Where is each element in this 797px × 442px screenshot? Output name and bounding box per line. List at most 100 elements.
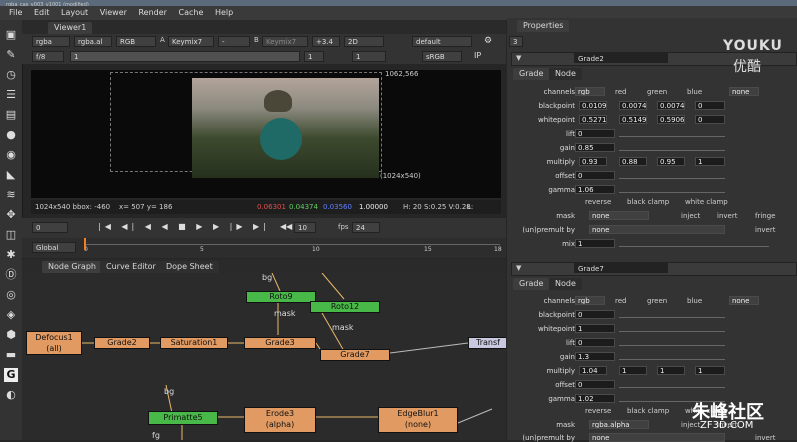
grade2-blue[interactable]: blue	[687, 88, 702, 96]
grade2-name-field[interactable]: Grade2	[574, 53, 668, 63]
grade7-mult-a[interactable]: 1	[695, 366, 725, 375]
collapse-icon-2[interactable]: ▼	[516, 264, 521, 272]
merge-icon[interactable]: ◣	[4, 168, 18, 182]
lut-select[interactable]: default	[412, 36, 472, 47]
grade2-mix[interactable]: 1	[575, 239, 615, 248]
grade7-whitepoint-slider[interactable]	[619, 325, 725, 332]
time-icon[interactable]: ◷	[4, 68, 18, 82]
views-icon[interactable]: ◎	[4, 288, 18, 302]
tab-dope-sheet[interactable]: Dope Sheet	[160, 261, 219, 273]
grade2-black-clamp[interactable]: black clamp	[627, 198, 669, 206]
grade7-invert2[interactable]: invert	[755, 434, 775, 442]
node-graph-canvas[interactable]: Defocus1 (all) Grade2 Saturation1 Grade3…	[22, 273, 506, 440]
node-grade2[interactable]: Grade2	[94, 337, 150, 349]
collapse-icon[interactable]: ▼	[516, 54, 521, 62]
grade2-mult-r[interactable]: 0.93	[579, 157, 607, 166]
node-roto9[interactable]: Roto9	[246, 291, 316, 303]
grade2-wp-a[interactable]: 0	[695, 115, 725, 124]
grade2-gamma[interactable]: 1.06	[575, 185, 615, 194]
grade7-lift[interactable]: 0	[575, 338, 615, 347]
grade7-offset-slider[interactable]	[619, 381, 725, 388]
colorspace-select[interactable]: sRGB	[422, 51, 462, 62]
menu-cache[interactable]: Cache	[179, 6, 204, 20]
transform-icon[interactable]: ✥	[4, 208, 18, 222]
grade2-offset-slider[interactable]	[619, 172, 725, 179]
menu-file[interactable]: File	[9, 6, 22, 20]
grade7-gain[interactable]: 1.3	[575, 352, 615, 361]
grade7-mult-g[interactable]: 1	[619, 366, 647, 375]
fstop-select[interactable]: f/8	[32, 51, 64, 62]
grade2-gamma-slider[interactable]	[619, 186, 725, 193]
grade7-gamma[interactable]: 1.02	[575, 394, 615, 403]
grade7-gain-slider[interactable]	[619, 353, 725, 360]
grade2-gain-slider[interactable]	[619, 144, 725, 151]
grade2-fringe[interactable]: fringe	[755, 212, 775, 220]
grade2-green[interactable]: green	[647, 88, 667, 96]
grade2-channels[interactable]: rgb	[575, 87, 605, 96]
menu-help[interactable]: Help	[215, 6, 233, 20]
tab-node-graph[interactable]: Node Graph	[42, 261, 102, 273]
grade7-blue[interactable]: blue	[687, 297, 702, 305]
timeline[interactable]: Global 0 5 10 15 18	[22, 238, 506, 258]
grade7-red[interactable]: red	[615, 297, 626, 305]
grade7-blackpoint-slider[interactable]	[619, 311, 725, 318]
grade7-whitepoint[interactable]: 1	[575, 324, 615, 333]
grade2-tab-node[interactable]: Node	[549, 68, 582, 80]
range-mode-select[interactable]: Global	[32, 242, 76, 253]
node-roto12[interactable]: Roto12	[310, 301, 380, 313]
image-icon[interactable]: ▣	[4, 28, 18, 42]
grade2-white-clamp[interactable]: white clamp	[685, 198, 728, 206]
grade2-reverse[interactable]: reverse	[585, 198, 611, 206]
grade2-bp-b[interactable]: 0.00749	[657, 101, 685, 110]
proxy-select[interactable]: 1	[352, 51, 386, 62]
menu-render[interactable]: Render	[138, 6, 166, 20]
grade7-blackpoint[interactable]: 0	[575, 310, 615, 319]
grade7-green[interactable]: green	[647, 297, 667, 305]
gizmo-icon[interactable]: G	[4, 368, 18, 382]
grade2-mult-b[interactable]: 0.95	[657, 157, 685, 166]
grade7-mult-b[interactable]: 1	[657, 366, 685, 375]
grade2-wp-r[interactable]: 0.52711	[579, 115, 607, 124]
playhead[interactable]	[84, 238, 86, 250]
node-defocus1[interactable]: Defocus1 (all)	[26, 331, 82, 355]
grade2-lift[interactable]: 0	[575, 129, 615, 138]
composite-select[interactable]: -	[218, 36, 250, 47]
grade7-unpremult[interactable]: none	[589, 433, 725, 442]
grade2-unpremult[interactable]: none	[589, 225, 725, 234]
tab-properties[interactable]: Properties	[517, 20, 570, 32]
grade2-inject[interactable]: inject	[681, 212, 700, 220]
grade2-red[interactable]: red	[615, 88, 626, 96]
display-select[interactable]: RGB	[116, 36, 156, 47]
grade2-invert2[interactable]: invert	[755, 226, 775, 234]
grade7-tab-node[interactable]: Node	[549, 278, 582, 290]
input-b-select[interactable]: Keymix7	[262, 36, 308, 47]
grade7-channels-none[interactable]: none	[729, 296, 759, 305]
3d-icon[interactable]: ◫	[4, 228, 18, 242]
menu-edit[interactable]: Edit	[34, 6, 50, 20]
grade2-mask[interactable]: none	[589, 211, 649, 220]
grade2-bp-g[interactable]: 0.00749	[619, 101, 647, 110]
gamma-field[interactable]: 1	[304, 51, 324, 62]
other-icon[interactable]: ▬	[4, 348, 18, 362]
draw-icon[interactable]: ✎	[4, 48, 18, 62]
settings-icon[interactable]: ⚙	[484, 37, 494, 46]
filter-icon[interactable]: ●	[4, 128, 18, 142]
grade2-gain[interactable]: 0.85	[575, 143, 615, 152]
fps-field[interactable]: 24	[352, 222, 380, 233]
grade7-mult-r[interactable]: 1.04	[579, 366, 607, 375]
node-edgeblur1[interactable]: EdgeBlur1 (none)	[378, 407, 458, 433]
increment-field[interactable]: 10	[294, 222, 316, 233]
grade7-tab-grade[interactable]: Grade	[513, 278, 550, 290]
grade7-offset[interactable]: 0	[575, 380, 615, 389]
grade2-mult-g[interactable]: 0.88	[619, 157, 647, 166]
view-mode-select[interactable]: 2D	[344, 36, 384, 47]
layers-icon[interactable]: ≋	[4, 188, 18, 202]
deep-icon[interactable]: Ⓓ	[4, 268, 18, 282]
gain-select[interactable]: +3.4	[312, 36, 340, 47]
tab-curve-editor[interactable]: Curve Editor	[100, 261, 162, 273]
input-a-select[interactable]: Keymix7	[168, 36, 214, 47]
more-icon[interactable]: ◐	[4, 388, 18, 402]
menu-layout[interactable]: Layout	[61, 6, 88, 20]
layer-select[interactable]: rgba	[32, 36, 70, 47]
node-grade3[interactable]: Grade3	[244, 337, 316, 349]
